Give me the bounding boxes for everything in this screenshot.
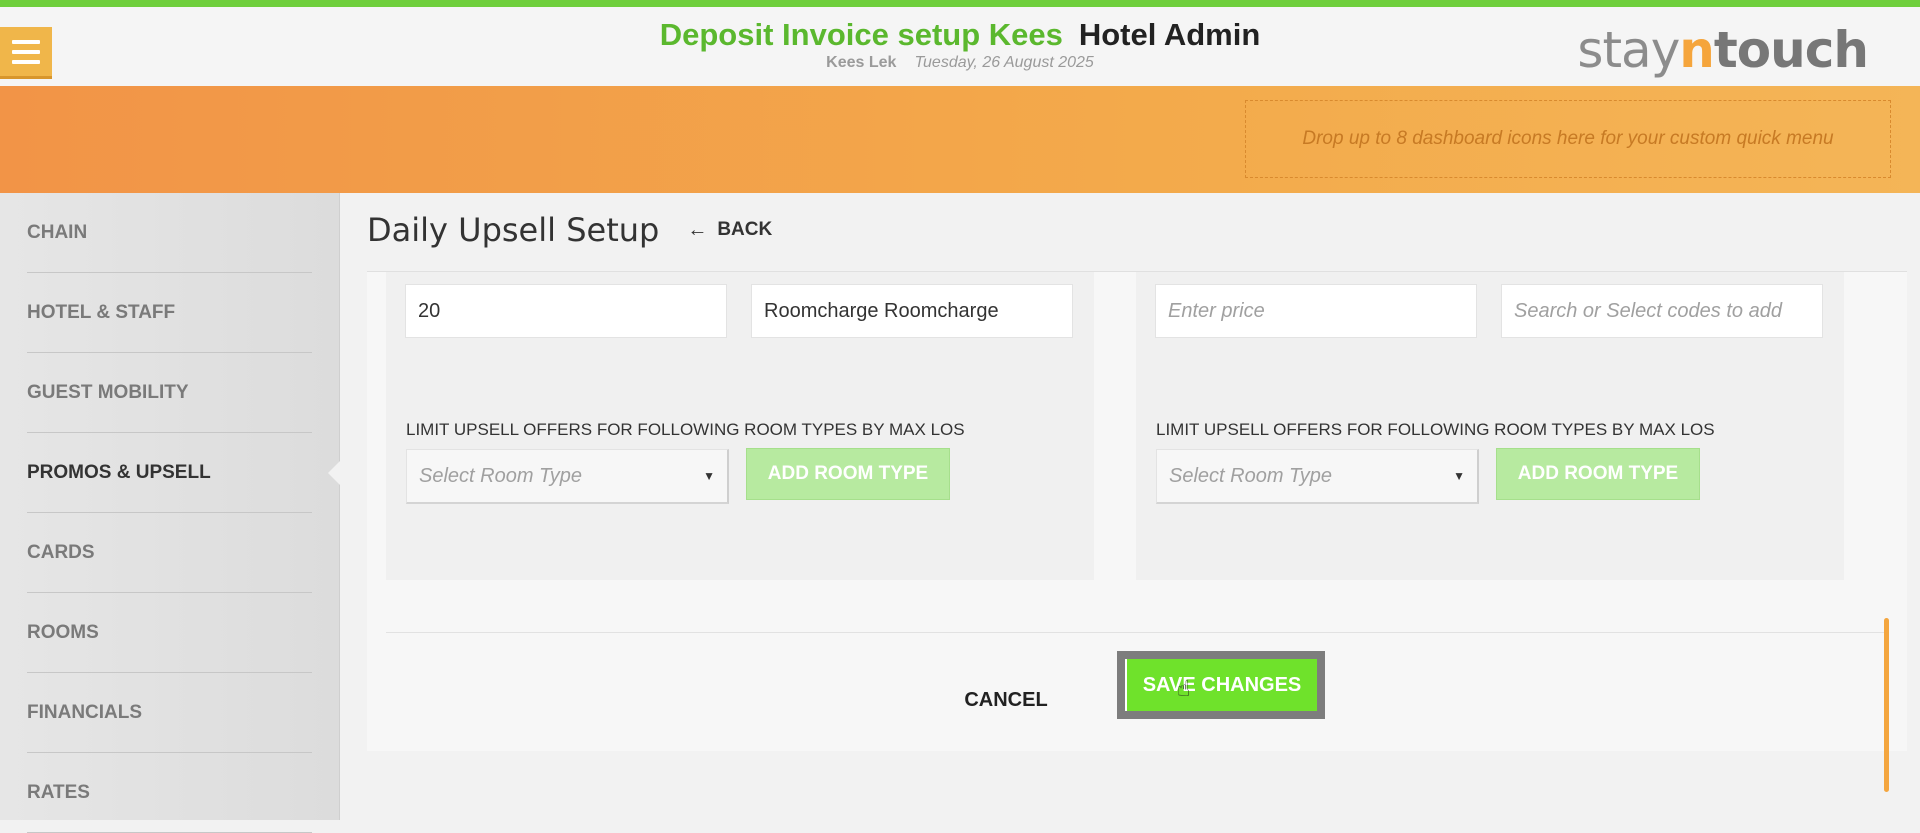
scrollbar[interactable] <box>1884 618 1889 792</box>
form-divider <box>386 632 1886 633</box>
back-label: BACK <box>717 219 773 240</box>
upsell-panel: 20 Roomcharge Roomcharge LIMIT UPSELL OF… <box>367 271 1907 751</box>
quick-menu-banner: Drop up to 8 dashboard icons here for yo… <box>0 86 1920 193</box>
room-type-select[interactable]: Select Room Type ▼ <box>406 449 729 504</box>
top-accent-bar <box>0 0 1920 7</box>
chevron-down-icon: ▼ <box>703 469 715 483</box>
add-room-type-button[interactable]: ADD ROOM TYPE <box>746 448 950 500</box>
app-name: Hotel Admin <box>1078 17 1261 52</box>
sidebar-item-guest-mobility[interactable]: GUEST MOBILITY <box>27 353 312 433</box>
current-date: Tuesday, 26 August 2025 <box>914 54 1094 71</box>
chevron-down-icon: ▼ <box>1453 469 1465 483</box>
app-header: Deposit Invoice setup Kees Hotel Admin Ke… <box>0 7 1920 86</box>
page-title: Daily Upsell Setup <box>367 211 660 249</box>
stayntouch-logo: stayntouch <box>1577 21 1869 79</box>
price-input[interactable]: Enter price <box>1155 284 1477 338</box>
sidebar-item-promos-upsell[interactable]: PROMOS & UPSELL <box>27 433 312 513</box>
sidebar-item-chain[interactable]: CHAIN <box>27 193 312 273</box>
sidebar: CHAIN HOTEL & STAFF GUEST MOBILITY PROMO… <box>0 193 340 833</box>
sidebar-item-rooms[interactable]: ROOMS <box>27 593 312 673</box>
price-input[interactable]: 20 <box>405 284 727 338</box>
hotel-name: Deposit Invoice setup Kees <box>659 17 1063 52</box>
sidebar-item-financials[interactable]: FINANCIALS <box>27 673 312 753</box>
room-type-select[interactable]: Select Room Type ▼ <box>1156 449 1479 504</box>
limit-upsell-label: LIMIT UPSELL OFFERS FOR FOLLOWING ROOM T… <box>1156 420 1715 439</box>
charge-codes-search-input[interactable]: Search or Select codes to add <box>1501 284 1823 338</box>
limit-upsell-label: LIMIT UPSELL OFFERS FOR FOLLOWING ROOM T… <box>406 420 965 439</box>
hand-pointer-icon: ☝ <box>1177 676 1191 701</box>
back-button[interactable]: ← BACK <box>687 219 772 242</box>
save-changes-button[interactable]: SAVE CHANGES ☝ <box>1125 659 1317 711</box>
user-name: Kees Lek <box>826 54 897 71</box>
cancel-button[interactable]: CANCEL <box>961 672 1051 728</box>
upsell-card-left: 20 Roomcharge Roomcharge LIMIT UPSELL OF… <box>386 272 1094 580</box>
sidebar-item-cards[interactable]: CARDS <box>27 513 312 593</box>
page-header: Daily Upsell Setup ← BACK <box>367 211 772 249</box>
charge-codes-input[interactable]: Roomcharge Roomcharge <box>751 284 1073 338</box>
upsell-card-right: Enter price Search or Select codes to ad… <box>1136 272 1844 580</box>
quick-menu-dropzone[interactable]: Drop up to 8 dashboard icons here for yo… <box>1245 100 1891 178</box>
arrow-left-icon: ← <box>687 218 708 241</box>
add-room-type-button[interactable]: ADD ROOM TYPE <box>1496 448 1700 500</box>
save-button-focus-ring: SAVE CHANGES ☝ <box>1117 651 1325 719</box>
sidebar-item-rates[interactable]: RATES <box>27 753 312 833</box>
sidebar-item-hotel-staff[interactable]: HOTEL & STAFF <box>27 273 312 353</box>
main-content: Daily Upsell Setup ← BACK 20 Roomcharge … <box>340 193 1920 820</box>
